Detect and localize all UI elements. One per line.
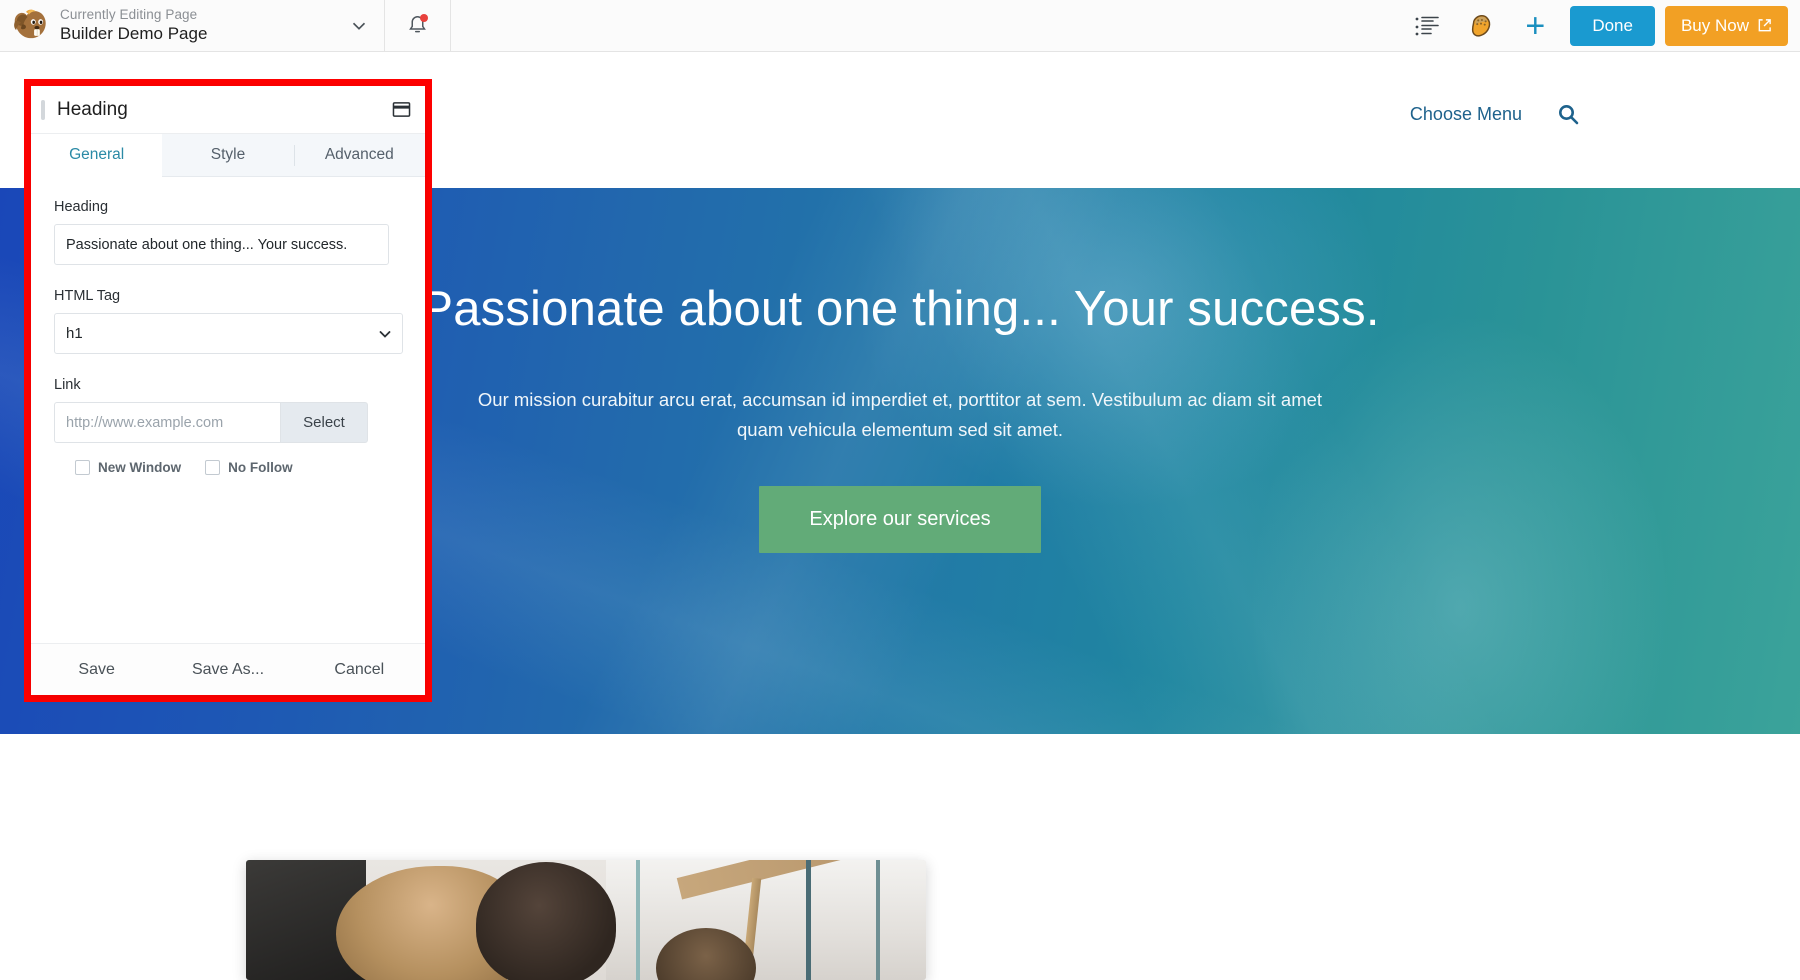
panel-header[interactable]: Heading — [31, 86, 425, 134]
currently-editing-label: Currently Editing Page — [60, 6, 198, 22]
tab-advanced[interactable]: Advanced — [293, 134, 425, 176]
html-tag-field-label: HTML Tag — [54, 288, 121, 304]
window-mode-icon[interactable] — [392, 101, 411, 118]
link-input[interactable] — [54, 402, 280, 443]
settings-panel-highlight: Heading General Style Advanced Heading H… — [24, 79, 432, 702]
external-link-icon — [1758, 19, 1771, 32]
buy-now-button[interactable]: Buy Now — [1664, 5, 1788, 46]
templates-button[interactable] — [1454, 0, 1508, 52]
tab-general[interactable]: General — [31, 134, 163, 177]
below-hero-section — [0, 734, 1800, 980]
panel-tabs: General Style Advanced — [31, 134, 425, 177]
tab-style[interactable]: Style — [162, 134, 293, 176]
admin-bar-spacer — [451, 0, 1400, 51]
page-selector[interactable]: Currently Editing Page Builder Demo Page — [0, 0, 385, 51]
no-follow-checkbox[interactable] — [205, 460, 221, 475]
photo-person-2 — [476, 862, 616, 980]
done-button[interactable]: Done — [1570, 5, 1655, 46]
new-window-checkbox[interactable] — [75, 460, 90, 475]
heading-field-label: Heading — [54, 199, 109, 215]
save-as-button[interactable]: Save As... — [162, 661, 293, 679]
beaver-tail-icon — [1472, 14, 1491, 37]
panel-footer: Save Save As... Cancel — [31, 643, 425, 695]
team-photo — [246, 860, 926, 980]
plus-icon: + — [1525, 6, 1546, 45]
save-button[interactable]: Save — [31, 661, 162, 679]
link-options-row: New Window No Follow — [54, 460, 402, 475]
photo-glass-1 — [636, 860, 640, 980]
tools-button[interactable] — [1400, 0, 1454, 52]
photo-glass-2 — [806, 860, 811, 980]
search-icon[interactable] — [1556, 102, 1580, 126]
admin-bar-actions: + Done Buy Now — [1400, 0, 1800, 51]
chevron-down-icon — [352, 22, 366, 30]
heading-settings-panel: Heading General Style Advanced Heading H… — [31, 86, 425, 695]
cancel-button[interactable]: Cancel — [294, 661, 425, 679]
buy-now-label: Buy Now — [1680, 15, 1749, 35]
heading-input[interactable] — [54, 224, 389, 265]
drag-grip-icon[interactable] — [41, 99, 45, 120]
hero-cta-button[interactable]: Explore our services — [759, 485, 1041, 553]
html-tag-select-wrap — [54, 313, 403, 354]
site-navigation: Choose Menu — [1410, 102, 1580, 126]
page-selector-text: Currently Editing Page Builder Demo Page — [60, 7, 348, 45]
link-field-label: Link — [54, 377, 81, 393]
hero-paragraph[interactable]: Our mission curabitur arcu erat, accumsa… — [470, 385, 1330, 446]
link-field-row: Select — [54, 402, 402, 443]
builder-admin-bar: Currently Editing Page Builder Demo Page — [0, 0, 1800, 52]
notifications-button[interactable] — [385, 0, 451, 51]
beaver-logo-icon — [14, 9, 46, 38]
no-follow-checkbox-item[interactable]: No Follow — [205, 460, 293, 475]
notification-badge-dot — [420, 14, 428, 22]
add-content-button[interactable]: + — [1508, 0, 1562, 52]
new-window-checkbox-item[interactable]: New Window — [75, 460, 181, 475]
current-page-title: Builder Demo Page — [60, 23, 208, 43]
photo-glass-3 — [876, 860, 880, 980]
panel-title: Heading — [57, 98, 128, 120]
html-tag-select[interactable] — [54, 313, 403, 354]
panel-body: Heading HTML Tag Link Select New Window — [31, 177, 425, 643]
new-window-label: New Window — [98, 460, 182, 475]
no-follow-label: No Follow — [228, 460, 293, 475]
link-select-button[interactable]: Select — [280, 402, 368, 443]
choose-menu-link[interactable]: Choose Menu — [1410, 104, 1522, 125]
outline-list-icon — [1415, 16, 1440, 35]
